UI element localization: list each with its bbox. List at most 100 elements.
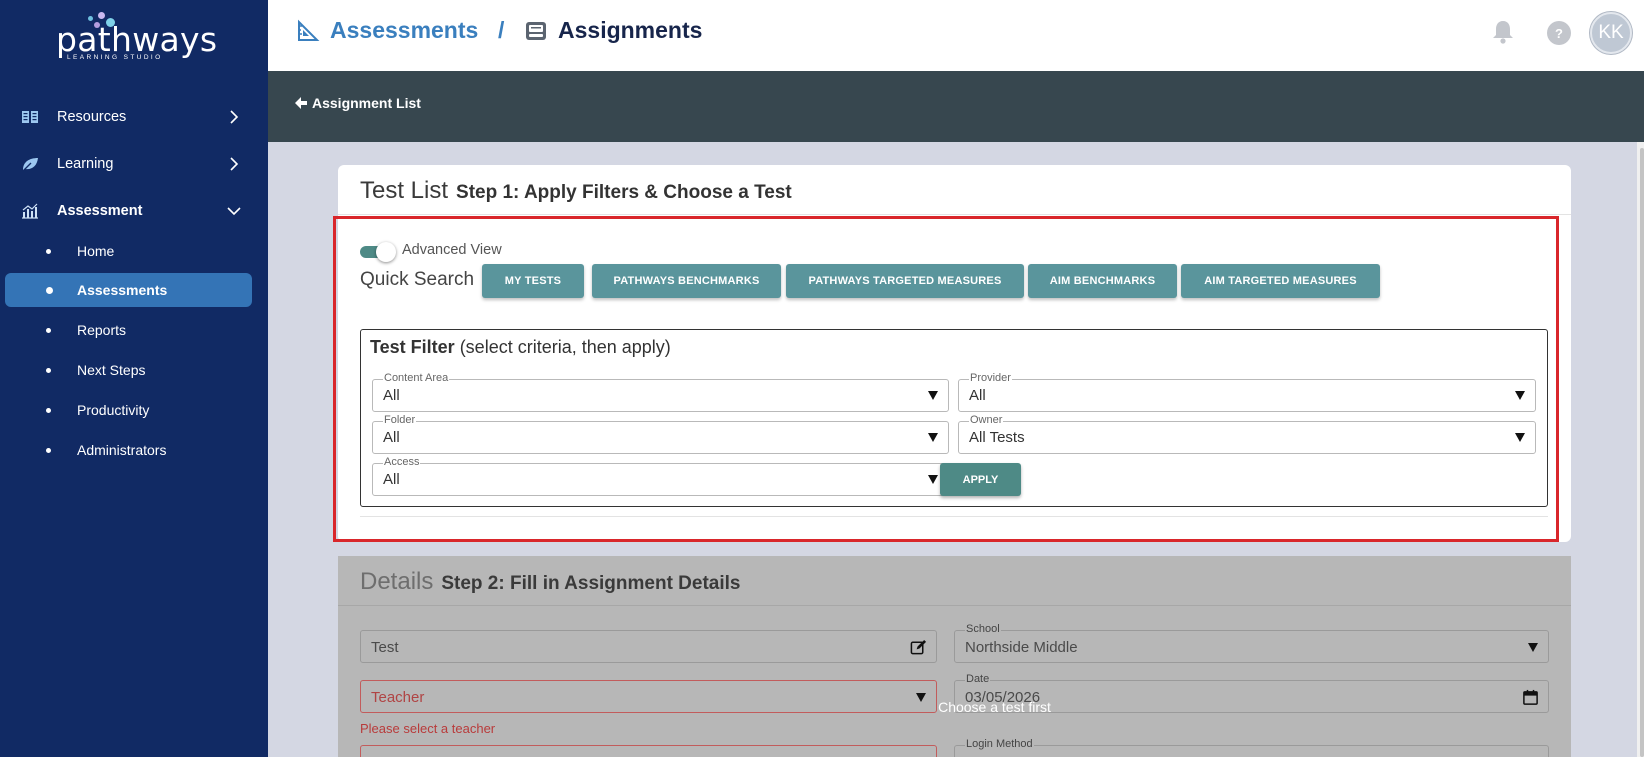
divider	[338, 605, 1571, 606]
dropdown-arrow-icon	[928, 433, 938, 442]
chevron-down-icon	[227, 207, 241, 216]
top-header: Assessments / Assignments ? KK	[268, 0, 1644, 71]
pathways-benchmarks-button[interactable]: PATHWAYS BENCHMARKS	[592, 264, 781, 298]
sidebar-subitem-label: Productivity	[77, 402, 150, 418]
owner-select[interactable]: Owner All Tests	[958, 414, 1536, 454]
field-value: Teacher	[371, 689, 425, 706]
test-list-card: Test List Step 1: Apply Filters & Choose…	[338, 165, 1571, 542]
quick-search-label: Quick Search	[360, 269, 475, 290]
dropdown-arrow-icon	[928, 475, 938, 484]
aim-benchmarks-button[interactable]: AIM BENCHMARKS	[1028, 264, 1177, 298]
leaf-icon	[20, 154, 40, 174]
my-tests-button[interactable]: MY TESTS	[482, 264, 584, 298]
provider-select[interactable]: Provider All	[958, 372, 1536, 412]
sidebar-item-assessment[interactable]: Assessment	[0, 191, 268, 231]
sidebar-item-learning[interactable]: Learning	[0, 144, 268, 184]
breadcrumb-label: Assessments	[330, 17, 479, 43]
access-select[interactable]: Access All	[372, 456, 949, 496]
teacher-select[interactable]: Teacher	[360, 680, 937, 713]
sidebar-subitem-assessments[interactable]: Assessments	[5, 273, 252, 307]
calendar-icon[interactable]	[1522, 689, 1539, 706]
filter-title: Test Filter (select criteria, then apply…	[370, 337, 671, 358]
sidebar: pathways LEARNING STUDIO Resources Learn…	[0, 0, 268, 757]
sidebar-subitem-administrators[interactable]: Administrators	[0, 433, 268, 467]
breadcrumb-separator: /	[498, 17, 505, 43]
field-label: Login Method	[965, 738, 1034, 750]
toggle-knob	[376, 242, 396, 262]
advanced-view-toggle[interactable]	[360, 242, 396, 262]
card-header: Test List Step 1: Apply Filters & Choose…	[360, 177, 792, 205]
chart-icon	[20, 201, 40, 221]
sidebar-subitem-home[interactable]: Home	[0, 234, 268, 268]
sidebar-item-label: Assessment	[57, 203, 143, 219]
scrollbar-thumb[interactable]	[1640, 148, 1644, 757]
school-select[interactable]: School Northside Middle	[954, 623, 1549, 663]
book-icon	[20, 107, 40, 127]
sidebar-item-label: Learning	[57, 156, 114, 172]
field-value: All	[383, 471, 400, 488]
ruler-triangle-icon	[298, 19, 320, 41]
field-label: Folder	[383, 414, 417, 426]
divider	[360, 516, 1548, 517]
sidebar-subitem-reports[interactable]: Reports	[0, 313, 268, 347]
field-value: All	[383, 387, 400, 404]
pathways-targeted-measures-button[interactable]: PATHWAYS TARGETED MEASURES	[786, 264, 1024, 298]
breadcrumb-assessments[interactable]: Assessments	[296, 17, 478, 44]
filter-title-bold: Test Filter	[370, 337, 455, 357]
user-avatar[interactable]: KK	[1590, 12, 1632, 54]
aim-targeted-measures-button[interactable]: AIM TARGETED MEASURES	[1181, 264, 1380, 298]
login-method-select[interactable]: Login Method	[954, 738, 1549, 757]
field-value: All Tests	[969, 429, 1025, 446]
card-header: Details Step 2: Fill in Assignment Detai…	[360, 568, 741, 596]
bullet-icon	[46, 367, 51, 373]
sidebar-subitem-next-steps[interactable]: Next Steps	[0, 353, 268, 387]
bullet-icon	[46, 327, 51, 333]
card-title: Details	[360, 568, 434, 595]
action-bar: Assignment List	[268, 71, 1644, 142]
field-value: All	[969, 387, 986, 404]
assignment-list-back-link[interactable]: Assignment List	[294, 95, 421, 111]
dropdown-arrow-icon	[1515, 433, 1525, 442]
field-value: Northside Middle	[965, 639, 1078, 656]
content-area-select[interactable]: Content Area All	[372, 372, 949, 412]
field-label: Content Area	[383, 372, 450, 384]
sidebar-subitem-label: Administrators	[77, 442, 167, 458]
divider	[338, 214, 1571, 215]
field-value: Test	[371, 639, 399, 656]
advanced-view-label: Advanced View	[402, 242, 502, 258]
sidebar-item-resources[interactable]: Resources	[0, 97, 268, 137]
apply-button[interactable]: APPLY	[940, 463, 1021, 496]
page-title: Assignments	[558, 17, 703, 43]
filter-title-hint: (select criteria, then apply)	[454, 337, 671, 357]
breadcrumb-assignments: Assignments	[524, 17, 702, 44]
help-icon[interactable]: ?	[1547, 21, 1571, 45]
pathways-logo[interactable]: pathways LEARNING STUDIO	[56, 8, 217, 61]
test-field[interactable]: Test	[360, 630, 937, 663]
field-value: All	[383, 429, 400, 446]
card-title: Test List	[360, 177, 449, 204]
field-label: Access	[383, 456, 421, 468]
sidebar-item-label: Resources	[57, 109, 127, 125]
logo-dot	[98, 12, 105, 19]
bullet-icon	[46, 248, 51, 254]
edit-icon[interactable]	[910, 639, 927, 656]
bell-icon[interactable]	[1491, 19, 1515, 45]
sidebar-subitem-productivity[interactable]: Productivity	[0, 393, 268, 427]
bullet-icon	[46, 407, 51, 413]
field-label: Owner	[969, 414, 1004, 426]
folder-select[interactable]: Folder All	[372, 414, 949, 454]
test-filter-panel: Test Filter (select criteria, then apply…	[360, 329, 1548, 507]
card-step: Step 1: Apply Filters & Choose a Test	[456, 182, 792, 203]
sidebar-subitem-label: Reports	[77, 322, 127, 338]
chevron-right-icon	[230, 157, 239, 171]
sidebar-subitem-label: Next Steps	[77, 362, 146, 378]
card-step: Step 2: Fill in Assignment Details	[441, 573, 741, 594]
dropdown-arrow-icon	[1515, 391, 1525, 400]
inbox-tray-icon	[526, 21, 546, 40]
dropdown-arrow-icon	[928, 391, 938, 400]
field-label: Provider	[969, 372, 1012, 384]
additional-field[interactable]	[360, 745, 937, 757]
dropdown-arrow-icon	[1528, 643, 1538, 652]
details-card: Details Step 2: Fill in Assignment Detai…	[338, 556, 1571, 757]
teacher-error-message: Please select a teacher	[360, 721, 496, 736]
